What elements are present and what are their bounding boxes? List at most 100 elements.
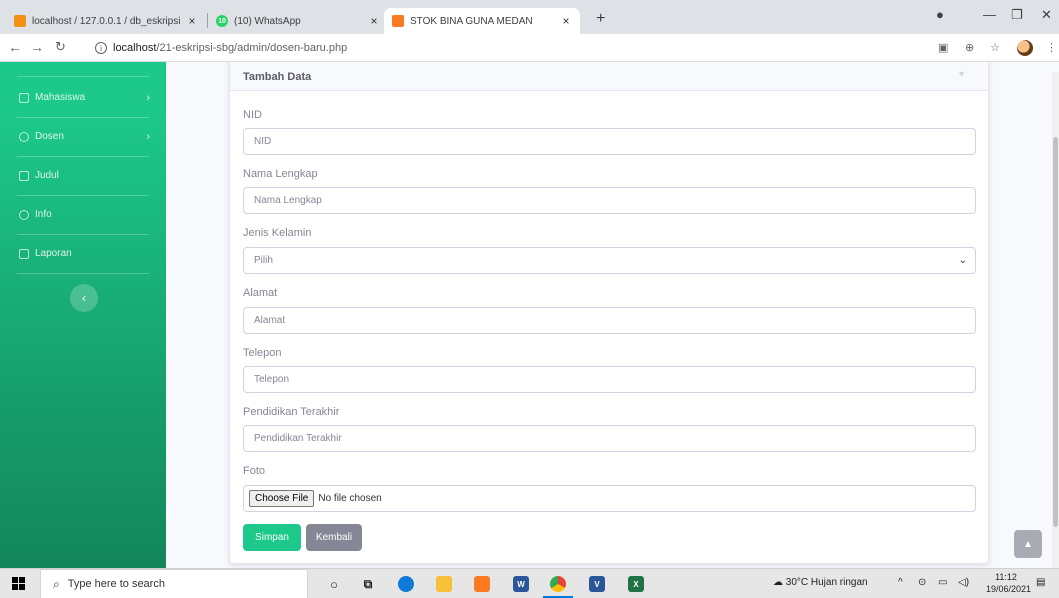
sidebar-item-label: Judul xyxy=(35,170,59,181)
windows-start-icon[interactable] xyxy=(12,577,25,590)
back-arrow-icon[interactable]: ← xyxy=(8,39,22,55)
pendidikan-terakhir-label: Pendidikan Terakhir xyxy=(243,406,340,418)
tab-whatsapp[interactable]: 10 (10) WhatsApp × xyxy=(208,8,388,34)
visio-icon[interactable]: V xyxy=(589,576,605,592)
clock-time: 11:12 xyxy=(995,572,1017,582)
chrome-icon[interactable] xyxy=(550,576,566,592)
xampp-icon xyxy=(392,15,404,27)
sidebar-item-laporan[interactable]: Laporan xyxy=(0,234,166,273)
nama-lengkap-placeholder: Nama Lengkap xyxy=(254,195,322,206)
close-icon[interactable]: × xyxy=(368,14,380,28)
jenis-kelamin-select[interactable]: Pilih ⌄ xyxy=(243,247,976,274)
close-window-icon[interactable]: ✕ xyxy=(1041,7,1052,23)
cortana-icon[interactable]: ○ xyxy=(326,576,342,592)
form-card: Tambah Data ▼ NID NID Nama Lengkap Nama … xyxy=(229,62,989,564)
alamat-label: Alamat xyxy=(243,287,278,299)
taskbar-search[interactable]: ⌕ Type here to search xyxy=(40,569,308,598)
phpmyadmin-icon xyxy=(14,15,26,27)
restore-icon[interactable]: ❐ xyxy=(1011,7,1023,23)
tab-stok-bina-guna[interactable]: STOK BINA GUNA MEDAN × xyxy=(384,8,580,34)
card-title: Tambah Data xyxy=(243,70,312,83)
file-status: No file chosen xyxy=(318,493,382,504)
save-button[interactable]: Simpan xyxy=(243,524,301,551)
zoom-icon[interactable]: ⊕ xyxy=(965,41,974,54)
sidebar-item-info[interactable]: Info xyxy=(0,195,166,234)
table-icon xyxy=(19,170,29,181)
tab-phpmyadmin[interactable]: localhost / 127.0.0.1 / db_eskripsi × xyxy=(6,8,206,34)
sidebar-item-dosen[interactable]: Dosen › xyxy=(0,117,166,156)
page-scrollbar[interactable] xyxy=(1052,72,1059,568)
volume-icon[interactable]: ◁) xyxy=(958,577,969,588)
foto-label: Foto xyxy=(243,465,266,477)
edge-icon[interactable] xyxy=(398,576,414,592)
nama-lengkap-label: Nama Lengkap xyxy=(243,168,318,180)
nid-label: NID xyxy=(243,109,262,121)
back-button[interactable]: Kembali xyxy=(306,524,362,551)
scrollbar-thumb[interactable] xyxy=(1053,137,1058,527)
sidebar-item-mahasiswa[interactable]: Mahasiswa › xyxy=(0,78,166,117)
excel-icon[interactable]: X xyxy=(628,576,644,592)
sidebar-toggle-button[interactable]: ‹ xyxy=(70,284,98,312)
translate-icon[interactable]: ▣ xyxy=(938,41,948,54)
telepon-label: Telepon xyxy=(243,347,282,359)
jenis-kelamin-label: Jenis Kelamin xyxy=(243,227,312,239)
address-bar[interactable]: i localhost/21-eskripsi-sbg/admin/dosen-… xyxy=(95,38,949,58)
task-view-icon[interactable]: ⧉ xyxy=(360,576,376,592)
sidebar-item-label: Laporan xyxy=(35,248,72,259)
windows-taskbar: ⌕ Type here to search ○ ⧉ W V X ☁ 30°C H… xyxy=(0,568,1059,598)
sidebar: Mahasiswa › Dosen › Judul Info Laporan ‹ xyxy=(0,62,166,568)
alamat-input[interactable]: Alamat xyxy=(243,307,976,334)
taskbar-clock[interactable]: 11:12 19/06/2021 xyxy=(986,571,1032,595)
card-header: Tambah Data ▼ xyxy=(230,62,988,91)
nama-lengkap-input[interactable]: Nama Lengkap xyxy=(243,187,976,214)
menu-dots-icon[interactable]: ⋮ xyxy=(1046,41,1057,54)
telepon-input[interactable]: Telepon xyxy=(243,366,976,393)
foto-file-input[interactable]: Choose File No file chosen xyxy=(243,485,976,512)
nid-input[interactable]: NID xyxy=(243,128,976,155)
print-icon xyxy=(19,248,29,259)
close-icon[interactable]: × xyxy=(560,14,572,28)
sidebar-item-label: Info xyxy=(35,209,52,220)
sidebar-divider xyxy=(17,273,149,274)
forward-arrow-icon[interactable]: → xyxy=(30,39,44,55)
telepon-placeholder: Telepon xyxy=(254,374,290,385)
file-explorer-icon[interactable] xyxy=(436,576,452,592)
clock-date: 19/06/2021 xyxy=(986,584,1032,594)
chevron-down-icon: ⌄ xyxy=(958,255,967,266)
new-tab-button[interactable]: + xyxy=(596,10,605,28)
sidebar-item-label: Mahasiswa xyxy=(35,92,86,103)
profile-avatar[interactable] xyxy=(1017,40,1033,56)
chrome-account-icon[interactable]: ● xyxy=(936,7,944,22)
pendidikan-terakhir-input[interactable]: Pendidikan Terakhir xyxy=(243,425,976,452)
url-path: /21-eskripsi-sbg/admin/dosen-baru.php xyxy=(156,42,348,54)
notification-icon[interactable]: ▤ xyxy=(1036,577,1045,588)
cloud-icon: ☁ xyxy=(773,577,786,588)
alamat-placeholder: Alamat xyxy=(254,315,286,326)
minimize-icon[interactable]: — xyxy=(983,7,996,22)
info-icon xyxy=(19,209,29,220)
scroll-to-top-button[interactable]: ▲ xyxy=(1014,530,1042,558)
search-icon: ⌕ xyxy=(53,576,60,591)
chevron-right-icon: › xyxy=(146,91,150,104)
display-icon[interactable]: ▭ xyxy=(938,577,947,588)
url-host: localhost xyxy=(113,42,157,54)
reload-icon[interactable]: ↻ xyxy=(55,39,66,55)
jenis-kelamin-selected: Pilih xyxy=(254,255,273,266)
sidebar-divider xyxy=(17,76,149,77)
browser-toolbar: ← → ↻ i localhost/21-eskripsi-sbg/admin/… xyxy=(0,34,1059,62)
tab-title: (10) WhatsApp xyxy=(234,15,301,27)
tray-chevron-icon[interactable]: ^ xyxy=(898,577,903,588)
word-icon[interactable]: W xyxy=(513,576,529,592)
pendidikan-terakhir-placeholder: Pendidikan Terakhir xyxy=(254,433,342,444)
close-icon[interactable]: × xyxy=(186,14,198,28)
taskbar-search-placeholder: Type here to search xyxy=(67,578,165,590)
weather-widget[interactable]: ☁ 30°C Hujan ringan xyxy=(773,577,868,588)
sidebar-item-judul[interactable]: Judul xyxy=(0,156,166,195)
bookmark-star-icon[interactable]: ☆ xyxy=(990,41,1000,54)
choose-file-button[interactable]: Choose File xyxy=(249,490,315,507)
info-icon[interactable]: i xyxy=(95,42,107,54)
chevron-down-icon[interactable]: ▼ xyxy=(957,69,966,79)
network-icon[interactable]: ⊙ xyxy=(918,577,926,588)
tab-title: localhost / 127.0.0.1 / db_eskripsi xyxy=(32,15,180,27)
xampp-icon[interactable] xyxy=(474,576,490,592)
